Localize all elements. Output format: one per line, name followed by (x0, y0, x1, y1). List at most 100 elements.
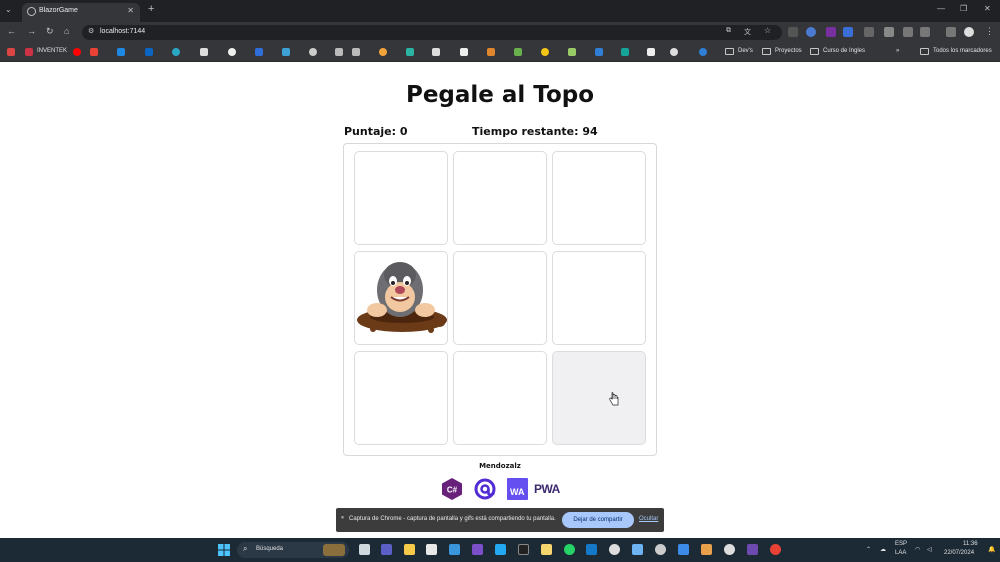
extension-icon[interactable] (806, 27, 816, 37)
vscode-icon[interactable] (495, 544, 506, 555)
bookmark-icon[interactable] (406, 48, 414, 56)
gmail-icon[interactable] (90, 48, 98, 56)
address-bar[interactable]: ⚙ localhost:7144 ⧉ 文 ☆ (82, 25, 782, 40)
language-bottom[interactable]: LAA (895, 550, 906, 556)
bookmark-icon[interactable] (172, 48, 180, 56)
all-bookmarks-folder[interactable]: Todos los marcadores (933, 48, 992, 54)
minimize-icon[interactable]: — (937, 4, 945, 13)
bookmark-icon[interactable] (352, 48, 360, 56)
bookmark-icon[interactable] (568, 48, 576, 56)
mole-hole-hovered[interactable] (552, 351, 646, 445)
bookmark-inventek[interactable]: INVENTEK (37, 48, 67, 54)
linkedin-icon[interactable] (145, 48, 153, 56)
mole-icon[interactable] (355, 252, 449, 346)
bookmark-icon[interactable] (595, 48, 603, 56)
bookmark-folder-curso-de-ingles[interactable]: Curso de Ingles (823, 48, 865, 54)
bookmark-icon[interactable] (255, 48, 263, 56)
teams-icon[interactable] (381, 544, 392, 555)
obs-icon[interactable] (655, 544, 666, 555)
maximize-icon[interactable]: ❐ (960, 4, 967, 13)
chrome-icon[interactable] (770, 544, 781, 555)
app-icon[interactable] (747, 544, 758, 555)
terminal-icon[interactable] (518, 544, 529, 555)
forward-icon[interactable]: → (27, 26, 36, 36)
app-icon[interactable] (632, 544, 643, 555)
mole-hole-active[interactable] (354, 251, 448, 345)
youtube-icon[interactable] (73, 48, 81, 56)
app-icon[interactable] (701, 544, 712, 555)
cloud-icon[interactable]: ☁ (880, 546, 886, 553)
install-app-icon[interactable]: ⧉ (726, 27, 731, 35)
bookmark-icon[interactable] (541, 48, 549, 56)
extensions-puzzle-icon[interactable] (920, 27, 930, 37)
bookmark-icon[interactable] (699, 48, 707, 56)
bookmark-icon[interactable] (621, 48, 629, 56)
extension-icon[interactable] (903, 27, 913, 37)
bookmark-folder-devs[interactable]: Dev's (738, 48, 753, 54)
bookmark-icon[interactable] (309, 48, 317, 56)
hide-share-bar-link[interactable]: Ocultar (639, 516, 658, 522)
bookmark-icon[interactable] (228, 48, 236, 56)
volume-icon[interactable]: ◁ (927, 546, 932, 553)
bookmark-icon[interactable] (432, 48, 440, 56)
github-desktop-icon[interactable] (609, 544, 620, 555)
app-icon[interactable] (724, 544, 735, 555)
tab-close-icon[interactable]: ✕ (127, 6, 134, 15)
bookmark-folder-proyectos[interactable]: Proyectos (775, 48, 802, 54)
more-bookmarks-icon[interactable]: » (896, 48, 899, 54)
clock-time[interactable]: 11:36 (963, 541, 978, 547)
windows-start-icon[interactable] (218, 544, 230, 556)
bookmark-icon[interactable] (379, 48, 387, 56)
bookmark-icon[interactable] (7, 48, 15, 56)
extension-icon[interactable] (843, 27, 853, 37)
tiktok-icon[interactable] (200, 48, 208, 56)
extension-icon[interactable] (884, 27, 894, 37)
menu-icon[interactable]: ⋮ (985, 26, 994, 37)
drag-handle-icon[interactable]: ⏸ (341, 515, 344, 522)
file-explorer-icon[interactable] (404, 544, 415, 555)
stop-sharing-button[interactable]: Dejar de compartir (562, 512, 634, 528)
notifications-icon[interactable]: 🔔 (988, 546, 995, 553)
mole-hole[interactable] (354, 351, 448, 445)
mole-hole[interactable] (552, 251, 646, 345)
language-top[interactable]: ESP (895, 541, 907, 547)
mole-hole[interactable] (354, 151, 448, 245)
home-icon[interactable]: ⌂ (64, 26, 69, 36)
taskbar-search-box[interactable]: ⌕ Búsqueda (237, 542, 349, 558)
mole-hole[interactable] (552, 151, 646, 245)
site-info-icon[interactable]: ⚙ (88, 27, 94, 35)
visual-studio-icon[interactable] (472, 544, 483, 555)
whatsapp-icon[interactable] (564, 544, 575, 555)
extension-icon[interactable] (826, 27, 836, 37)
mole-hole[interactable] (453, 251, 547, 345)
wifi-icon[interactable]: ◠ (915, 546, 920, 553)
bookmark-icon[interactable] (335, 48, 343, 56)
notes-icon[interactable] (541, 544, 552, 555)
bookmark-icon[interactable] (514, 48, 522, 56)
store-icon[interactable] (426, 544, 437, 555)
bookmark-icon[interactable] (487, 48, 495, 56)
app-icon[interactable] (678, 544, 689, 555)
reload-icon[interactable]: ↻ (46, 26, 54, 37)
app-icon[interactable] (449, 544, 460, 555)
bookmark-icon[interactable] (117, 48, 125, 56)
download-icon[interactable] (946, 27, 956, 37)
profile-avatar-icon[interactable] (964, 27, 974, 37)
extension-icon[interactable] (864, 27, 874, 37)
extension-icon[interactable] (788, 27, 798, 37)
bookmark-icon[interactable] (282, 48, 290, 56)
trello-icon[interactable] (586, 544, 597, 555)
github-icon[interactable] (670, 48, 678, 56)
close-window-icon[interactable]: ✕ (984, 4, 991, 13)
bookmark-star-icon[interactable]: ☆ (764, 26, 771, 35)
bookmark-icon[interactable] (460, 48, 468, 56)
back-icon[interactable]: ← (7, 26, 16, 36)
bookmark-icon[interactable] (647, 48, 655, 56)
browser-tab[interactable]: BlazorGame ✕ (22, 3, 140, 22)
translate-icon[interactable]: 文 (744, 27, 751, 37)
mole-hole[interactable] (453, 151, 547, 245)
clock-date[interactable]: 22/07/2024 (944, 550, 974, 556)
task-view-icon[interactable] (359, 544, 370, 555)
new-tab-icon[interactable]: + (148, 3, 154, 15)
tray-chevron-icon[interactable]: ⌃ (866, 546, 871, 553)
